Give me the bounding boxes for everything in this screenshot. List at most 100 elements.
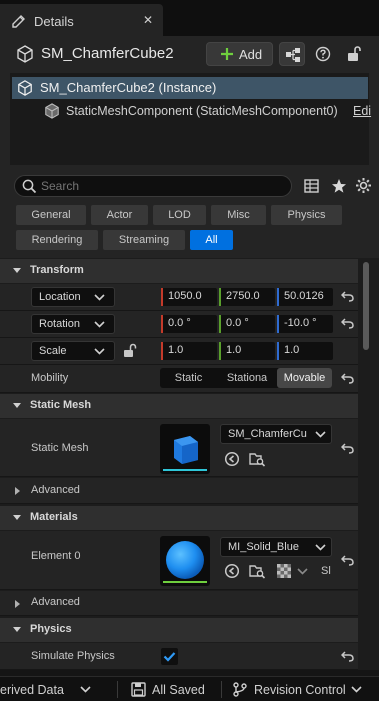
all-saved-label[interactable]: All Saved <box>152 683 205 697</box>
location-y-field[interactable]: 2750.0 <box>219 288 275 306</box>
filter-all[interactable]: All <box>190 230 233 250</box>
reset-mobility-icon[interactable] <box>341 373 354 384</box>
chevron-down-icon <box>12 267 22 275</box>
unlock-icon[interactable] <box>346 45 362 63</box>
reset-rotation-icon[interactable] <box>341 318 354 329</box>
location-dropdown[interactable]: Location <box>31 287 115 307</box>
location-label: Location <box>39 291 81 303</box>
rotation-y-field[interactable]: 0.0 ° <box>219 315 275 333</box>
component-label: StaticMeshComponent (StaticMeshComponent… <box>66 104 338 118</box>
filter-streaming[interactable]: Streaming <box>103 230 185 250</box>
add-label: Add <box>239 47 263 62</box>
mesh-component-icon <box>44 103 60 119</box>
filter-physics[interactable]: Physics <box>271 205 342 225</box>
tree-row-component[interactable]: StaticMeshComponent (StaticMeshComponent… <box>44 101 374 121</box>
static-mesh-label: Static Mesh <box>31 442 89 454</box>
static-mesh-advanced-row[interactable]: Advanced <box>0 478 358 504</box>
filter-actor[interactable]: Actor <box>91 205 148 225</box>
chevron-down-icon <box>315 431 326 438</box>
rotation-z-field[interactable]: -10.0 ° <box>277 315 333 333</box>
scale-z-field[interactable]: 1.0 <box>277 342 333 360</box>
rotation-dropdown[interactable]: Rotation <box>31 314 115 334</box>
rotation-x-value: 0.0 ° <box>168 317 191 329</box>
mobility-static[interactable]: Static <box>160 368 217 388</box>
static-mesh-section-title: Static Mesh <box>30 399 92 411</box>
materials-advanced-row[interactable]: Advanced <box>0 591 358 616</box>
revision-control-label[interactable]: Revision Control <box>254 683 346 697</box>
chevron-down-icon[interactable] <box>297 568 308 575</box>
reset-material-icon[interactable] <box>341 555 354 566</box>
status-bar: erived Data All Saved Revision Control <box>0 676 379 701</box>
scale-z-value: 1.0 <box>284 344 300 356</box>
static-mesh-asset-dropdown[interactable]: SM_ChamferCu <box>220 424 332 444</box>
scale-lock-icon[interactable] <box>123 343 137 358</box>
add-component-button[interactable]: Add <box>206 42 273 66</box>
divider <box>117 681 118 698</box>
element-0-label: Element 0 <box>31 550 81 562</box>
static-mesh-section-header[interactable]: Static Mesh <box>0 394 358 418</box>
browse-asset-icon[interactable] <box>249 451 266 467</box>
chevron-right-icon <box>14 599 21 609</box>
chevron-down-icon[interactable] <box>80 686 91 693</box>
location-z-field[interactable]: 50.0126 <box>277 288 333 306</box>
edit-hint[interactable]: Edi <box>353 104 371 118</box>
chevron-down-icon <box>94 294 105 301</box>
mobility-label: Mobility <box>31 372 69 384</box>
reset-location-icon[interactable] <box>341 291 354 302</box>
browse-asset-icon[interactable] <box>249 563 266 579</box>
search-input[interactable] <box>41 178 281 194</box>
materials-section-header[interactable]: Materials <box>0 506 358 530</box>
scale-dropdown[interactable]: Scale <box>31 341 115 361</box>
use-selected-icon[interactable] <box>224 563 240 579</box>
settings-gear-icon[interactable] <box>355 177 372 194</box>
mobility-stationary[interactable]: Stationa <box>220 368 274 388</box>
tree-row-instance[interactable]: SM_ChamferCube2 (Instance) <box>12 77 368 99</box>
use-selected-icon[interactable] <box>224 451 240 467</box>
materials-advanced-label: Advanced <box>31 596 80 608</box>
reset-physics-icon[interactable] <box>341 651 354 662</box>
location-z-value: 50.0126 <box>284 290 324 302</box>
reset-static-mesh-icon[interactable] <box>341 443 354 454</box>
rotation-x-field[interactable]: 0.0 ° <box>161 315 217 333</box>
blueprint-button[interactable] <box>279 42 305 66</box>
scale-y-field[interactable]: 1.0 <box>219 342 275 360</box>
divider <box>221 681 222 698</box>
static-mesh-thumbnail[interactable] <box>160 424 210 474</box>
simulate-physics-label: Simulate Physics <box>31 650 115 662</box>
revision-branch-icon[interactable] <box>233 682 247 697</box>
property-matrix-icon[interactable] <box>304 179 319 193</box>
scale-x-value: 1.0 <box>168 344 184 356</box>
physics-section-header[interactable]: Physics <box>0 618 358 642</box>
details-tab-icon <box>11 13 27 29</box>
plus-icon <box>220 47 234 61</box>
help-icon[interactable] <box>315 46 331 62</box>
simulate-physics-checkbox[interactable] <box>161 648 178 665</box>
scrollbar-thumb[interactable] <box>363 262 369 350</box>
search-box[interactable] <box>14 175 292 197</box>
filter-misc[interactable]: Misc <box>211 205 266 225</box>
scale-x-field[interactable]: 1.0 <box>161 342 217 360</box>
chevron-down-icon <box>12 514 22 522</box>
location-x-value: 1050.0 <box>168 290 202 302</box>
details-tab[interactable]: Details ✕ <box>0 4 163 36</box>
filter-rendering[interactable]: Rendering <box>16 230 98 250</box>
static-mesh-advanced-label: Advanced <box>31 484 80 496</box>
hierarchy-icon <box>285 48 301 62</box>
transform-section-title: Transform <box>30 264 84 276</box>
filter-lod[interactable]: LOD <box>153 205 206 225</box>
filter-general[interactable]: General <box>16 205 86 225</box>
scale-y-value: 1.0 <box>226 344 242 356</box>
close-tab-icon[interactable]: ✕ <box>143 13 153 27</box>
texture-checker-icon[interactable] <box>277 564 291 578</box>
mobility-movable[interactable]: Movable <box>277 368 332 388</box>
search-icon <box>22 179 37 194</box>
location-x-field[interactable]: 1050.0 <box>161 288 217 306</box>
transform-section-header[interactable]: Transform <box>0 259 358 283</box>
favorites-star-icon[interactable] <box>331 178 347 194</box>
save-disk-icon[interactable] <box>131 682 146 697</box>
derived-data-label[interactable]: erived Data <box>0 683 64 697</box>
material-thumbnail[interactable] <box>160 536 210 586</box>
chevron-down-icon[interactable] <box>351 686 362 693</box>
location-y-value: 2750.0 <box>226 290 260 302</box>
material-asset-dropdown[interactable]: MI_Solid_Blue <box>220 537 332 557</box>
